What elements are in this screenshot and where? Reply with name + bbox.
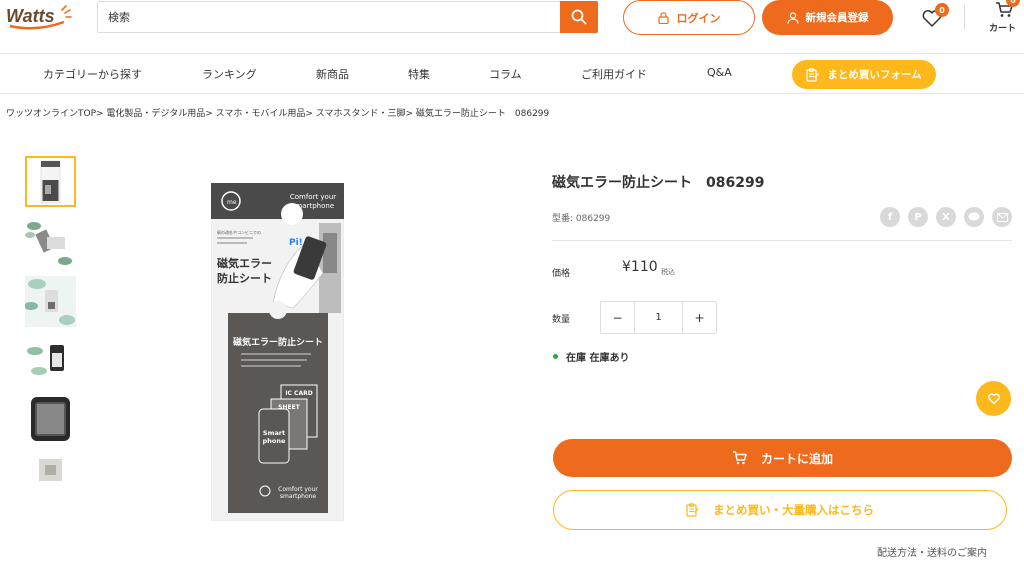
package-smart-text: Smart (263, 429, 285, 437)
package-brand-line1: Comfort your (290, 193, 336, 201)
heart-icon (987, 393, 1000, 405)
pinterest-icon: P (914, 211, 922, 223)
thumbnail-lifestyle-image (25, 276, 76, 327)
thumbnail-2[interactable] (25, 217, 76, 268)
info-divider (552, 240, 1012, 241)
add-to-cart-button[interactable]: カートに追加 (553, 439, 1012, 477)
stock-text: 在庫 在庫あり (566, 353, 630, 364)
mail-share-button[interactable] (992, 207, 1012, 227)
cart-label: カート (989, 24, 1017, 34)
logo-graphic: Watts (6, 5, 72, 30)
nav-item-qa[interactable]: Q&A (707, 66, 732, 79)
x-icon: X (942, 211, 950, 223)
product-package-graphic: me Comfort your smartphone 駅の改札やコンビニでの 磁… (210, 182, 345, 522)
tax-note: 税込 (661, 268, 675, 276)
thumbnail-1[interactable] (25, 156, 76, 207)
header-divider (964, 4, 965, 30)
package-pi-text: Pi! (289, 238, 303, 248)
watts-logo[interactable]: Watts (6, 4, 74, 30)
product-model-number: 型番: 086299 (552, 214, 611, 224)
favorites-count-badge: 0 (935, 3, 949, 17)
quantity-increase-button[interactable]: + (683, 302, 716, 333)
bulk-purchase-label: まとめ買い・大量購入はこちら (713, 503, 874, 517)
main-nav: カテゴリーから探す ランキング 新商品 特集 コラム ご利用ガイド Q&A まと… (0, 55, 1024, 94)
package-footer-brand-line2: smartphone (280, 493, 317, 500)
thumbnail-4[interactable] (25, 335, 76, 386)
shipping-info-link[interactable]: 配送方法・送料のご案内 (877, 544, 987, 559)
facebook-icon: f (887, 211, 893, 223)
facebook-share-button[interactable]: f (880, 207, 900, 227)
cart-icon (732, 451, 747, 465)
login-label: ログイン (676, 11, 721, 25)
thumbnail-lifestyle-image (25, 217, 76, 268)
nav-item-category[interactable]: カテゴリーから探す (43, 66, 142, 82)
nav-item-column[interactable]: コラム (489, 66, 522, 82)
login-button[interactable]: ログイン (623, 0, 755, 35)
breadcrumb[interactable]: ワッツオンラインTOP> 電化製品・デジタル用品> スマホ・モバイル用品> スマ… (6, 106, 549, 119)
package-small-text: 駅の改札やコンビニでの (217, 229, 261, 235)
mail-icon (996, 212, 1008, 222)
clipboard-icon (686, 503, 699, 517)
thumbnail-phone-case-image (25, 394, 76, 445)
thumbnail-5[interactable] (25, 394, 76, 445)
stock-status: 在庫 在庫あり (553, 349, 629, 364)
thumbnail-6[interactable] (25, 453, 76, 504)
quantity-decrease-button[interactable]: − (601, 302, 634, 333)
thumbnail-package-image (27, 158, 74, 205)
thumbnail-3[interactable] (25, 276, 76, 327)
pinterest-share-button[interactable]: P (908, 207, 928, 227)
thumbnail-detail-image (25, 453, 76, 504)
product-price: ¥110 (622, 259, 658, 275)
bulk-order-form-label: まとめ買いフォーム (827, 69, 922, 81)
add-to-cart-label: カートに追加 (760, 451, 833, 466)
price-label: 価格 (552, 269, 571, 279)
quantity-stepper: − 1 + (600, 301, 717, 334)
quantity-input[interactable]: 1 (634, 302, 683, 333)
search-icon (571, 9, 587, 25)
bulk-order-form-button[interactable]: まとめ買いフォーム (792, 60, 936, 89)
favorites-button[interactable]: 0 (920, 3, 950, 30)
register-button[interactable]: 新規会員登録 (762, 0, 893, 35)
cart-button[interactable]: 0 カート (985, 0, 1023, 34)
register-label: 新規会員登録 (805, 12, 869, 24)
nav-item-new[interactable]: 新商品 (316, 66, 349, 82)
lock-icon (657, 11, 669, 24)
add-to-favorites-button[interactable] (976, 381, 1011, 416)
x-share-button[interactable]: X (936, 207, 956, 227)
nav-item-ranking[interactable]: ランキング (202, 66, 257, 82)
package-title-line1: 磁気エラー (217, 256, 272, 270)
main-product-image[interactable]: me Comfort your smartphone 駅の改札やコンビニでの 磁… (210, 182, 345, 522)
site-header: Watts ログイン 新規会員登録 0 (0, 0, 1024, 54)
product-title: 磁気エラー防止シート 086299 (552, 175, 765, 191)
package-title-line2: 防止シート (217, 271, 272, 285)
stock-dot-icon (553, 354, 558, 359)
package-ic-card-text: IC CARD (285, 390, 312, 397)
line-share-button[interactable] (964, 207, 984, 227)
package-phone-text: phone (263, 437, 286, 445)
bulk-purchase-button[interactable]: まとめ買い・大量購入はこちら (553, 490, 1007, 530)
nav-item-guide[interactable]: ご利用ガイド (581, 66, 647, 82)
quantity-label: 数量 (552, 315, 571, 325)
search-button[interactable] (560, 1, 598, 33)
package-card-title: 磁気エラー防止シート (233, 336, 323, 348)
svg-text:me: me (227, 199, 237, 206)
user-icon (786, 11, 799, 24)
logo-text: Watts (6, 6, 55, 26)
search-box (97, 1, 598, 33)
clipboard-icon (806, 67, 820, 82)
search-input[interactable] (98, 2, 560, 32)
package-footer-brand-line1: Comfort your (278, 486, 318, 493)
nav-item-feature[interactable]: 特集 (408, 66, 430, 82)
thumbnail-lifestyle-image (25, 335, 76, 386)
line-icon (968, 212, 980, 221)
